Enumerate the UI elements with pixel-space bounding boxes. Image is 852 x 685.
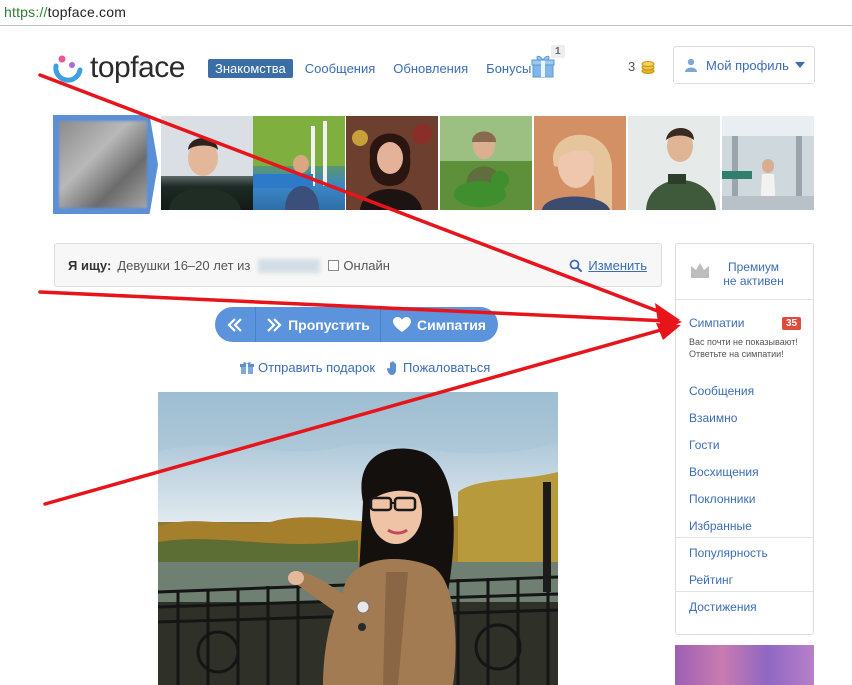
url-text[interactable]: https://topface.com [4,4,126,20]
sidebar-item-mutual[interactable]: Взаимно [689,411,737,425]
my-profile-button[interactable]: Мой профиль [673,46,815,84]
sidebar-divider [676,537,813,538]
person-photo [161,116,253,210]
profile-links: Отправить подарок Пожаловаться [240,360,502,375]
send-gift-link[interactable]: Отправить подарок [240,360,375,375]
change-search-link[interactable]: Изменить [569,258,647,273]
skip-label: Пропустить [288,316,370,333]
person-photo [722,116,814,210]
gift-icon [240,361,254,374]
sidebar-item-messages[interactable]: Сообщения [689,384,754,398]
blurred-photo [59,121,147,208]
nav-messages[interactable]: Сообщения [305,61,376,76]
premium-line1: Премиум [727,260,780,274]
chevron-down-icon[interactable] [795,62,805,68]
online-checkbox[interactable] [328,260,340,271]
browser-url-bar[interactable]: https://topface.com [0,0,852,26]
carousel-thumb[interactable] [161,116,253,210]
main-profile-photo[interactable] [158,392,558,685]
likes-note: Вас почти не показывают! Ответьте на сим… [689,337,798,359]
online-label[interactable]: Онлайн [343,258,390,273]
carousel-thumb[interactable] [628,116,720,210]
premium-text: Премиум не активен [716,260,791,288]
sidebar-item-achievements[interactable]: Достижения [689,600,757,614]
my-profile-label: Мой профиль [706,57,789,73]
topface-logo[interactable]: topface [52,49,202,89]
carousel-thumb[interactable] [534,116,626,210]
sidebar-item-admirations[interactable]: Восхищения [689,465,759,479]
sidebar-promo-banner[interactable] [675,645,814,685]
profile-photo-image [158,392,558,685]
skip-button[interactable]: Пропустить [256,307,381,342]
like-label: Симпатия [417,316,486,333]
carousel-thumb[interactable] [346,116,438,210]
nav-dating[interactable]: Знакомства [208,59,293,78]
search-criteria-text: Девушки 16–20 лет из [117,258,251,273]
heart-icon [393,316,412,332]
sidebar-item-fans[interactable]: Поклонники [689,492,755,506]
current-user-thumb[interactable] [53,115,158,214]
sidebar-menu: Премиум не активен Симпатии 35 Вас почти… [675,243,814,635]
carousel-thumb[interactable] [722,116,814,210]
person-photo [628,116,720,210]
sidebar-item-guests[interactable]: Гости [689,438,720,452]
person-photo [440,116,532,210]
coins-balance[interactable]: 3 [628,59,655,74]
coins-icon [641,60,655,74]
logo-icon [53,55,83,83]
gift-count-badge: 1 [551,45,565,58]
sidebar-item-rating[interactable]: Рейтинг [689,573,733,587]
change-label: Изменить [588,258,647,273]
logo-text: topface [90,51,185,84]
premium-status[interactable]: Премиум не активен [676,244,813,300]
nav-updates[interactable]: Обновления [393,61,468,76]
search-label: Я ищу: [68,258,112,273]
nav-bonuses[interactable]: Бонусы [486,61,531,76]
likes-count-badge: 35 [782,317,802,330]
back-button[interactable] [215,307,256,342]
search-icon [569,259,583,272]
carousel-thumb[interactable] [253,116,345,210]
crown-icon [691,263,709,278]
report-label: Пожаловаться [403,360,491,375]
person-photo [346,116,438,210]
sidebar-item-likes[interactable]: Симпатии [689,316,744,330]
site-header: topface Знакомства Сообщения Обновления … [0,27,852,107]
main-nav: Знакомства Сообщения Обновления Бонусы [208,59,549,78]
city-blurred [258,258,321,273]
search-criteria: Я ищу: Девушки 16–20 лет из Онлайн [68,258,390,273]
rating-actions: Пропустить Симпатия [215,307,498,342]
sidebar-divider [676,591,813,592]
report-link[interactable]: Пожаловаться [387,360,490,375]
like-button[interactable]: Симпатия [381,307,498,342]
person-photo [253,116,345,210]
user-icon [685,58,697,72]
user-carousel [53,115,815,214]
double-chevron-left-icon [227,317,242,332]
sidebar-item-popularity[interactable]: Популярность [689,546,768,560]
hand-icon [387,360,397,375]
search-filter-bar: Я ищу: Девушки 16–20 лет из Онлайн Измен… [54,243,662,287]
send-gift-label: Отправить подарок [258,360,376,375]
person-photo [534,116,626,210]
coins-count: 3 [628,59,636,74]
sidebar-item-favorites[interactable]: Избранные [689,519,752,533]
premium-line2: не активен [723,274,784,288]
double-chevron-right-icon [267,317,282,332]
carousel-thumb[interactable] [440,116,532,210]
